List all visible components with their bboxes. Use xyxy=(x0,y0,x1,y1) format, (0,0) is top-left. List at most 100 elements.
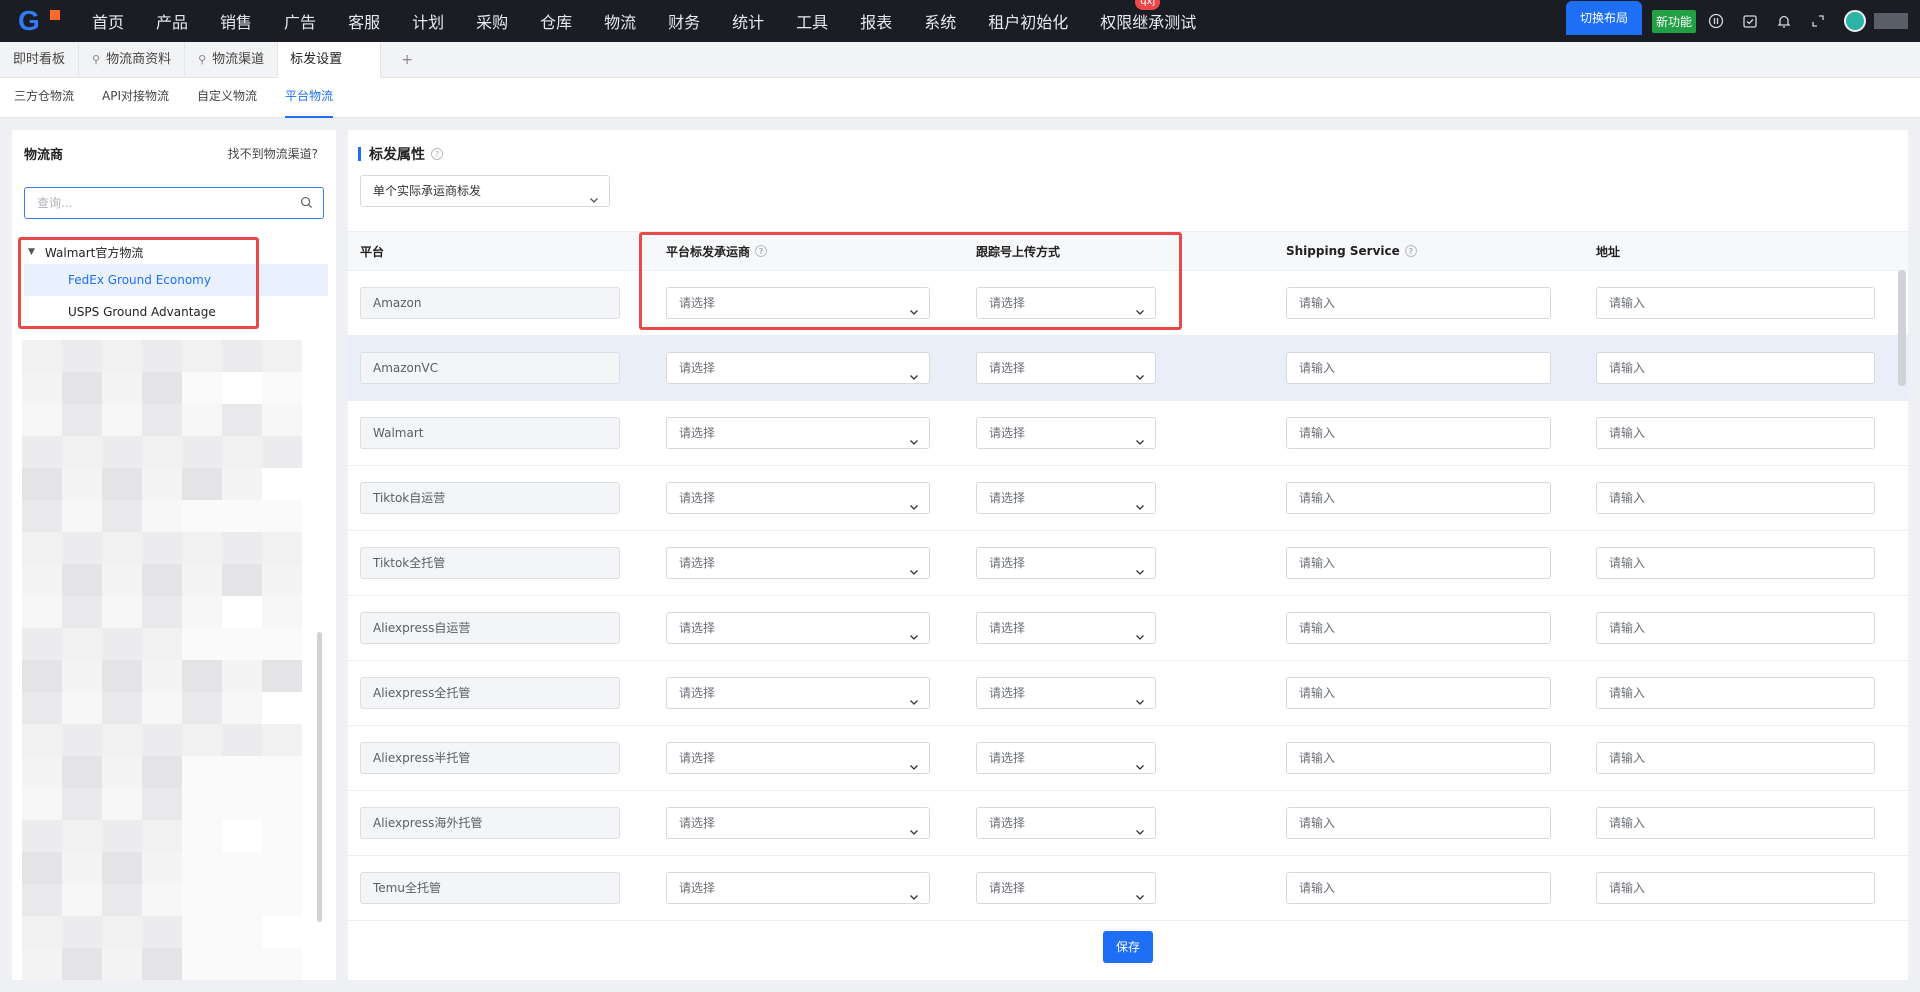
save-button[interactable]: 保存 xyxy=(1103,931,1153,963)
tracking-upload-select[interactable]: 请选择 xyxy=(976,612,1156,644)
blur-cell xyxy=(262,660,302,692)
nav-item[interactable]: 财务 xyxy=(668,9,700,33)
tracking-upload-select[interactable]: 请选择 xyxy=(976,547,1156,579)
nav-item[interactable]: 报表 xyxy=(860,9,892,33)
nav-item[interactable]: 销售 xyxy=(220,9,252,33)
username-block[interactable] xyxy=(1874,13,1908,29)
tracking-upload-select[interactable]: 请选择 xyxy=(976,352,1156,384)
carrier-search-input[interactable] xyxy=(37,196,287,210)
carrier-select[interactable]: 请选择 xyxy=(666,872,930,904)
shipping-service-input[interactable]: 请输入 xyxy=(1286,742,1551,774)
subtab-3[interactable]: 平台物流 xyxy=(285,78,334,118)
subtab-0[interactable]: 三方仓物流 xyxy=(14,78,74,118)
tracking-upload-select[interactable]: 请选择 xyxy=(976,807,1156,839)
nav-item[interactable]: 权限继承测试 qxj xyxy=(1100,0,1197,33)
tracking-upload-select[interactable]: 请选择 xyxy=(976,417,1156,449)
address-input[interactable]: 请输入 xyxy=(1596,417,1875,449)
nav-item[interactable]: 物流 xyxy=(604,9,636,33)
address-input[interactable]: 请输入 xyxy=(1596,742,1875,774)
blur-cell xyxy=(262,372,302,404)
shipping-service-input[interactable]: 请输入 xyxy=(1286,807,1551,839)
nav-item[interactable]: 工具 xyxy=(796,9,828,33)
blur-cell xyxy=(222,532,262,564)
nav-badge: qxj xyxy=(1135,0,1161,10)
address-input[interactable]: 请输入 xyxy=(1596,872,1875,904)
new-feature-button[interactable]: 新功能 xyxy=(1651,9,1696,33)
nav-item[interactable]: 系统 xyxy=(924,9,956,33)
select-placeholder: 请选择 xyxy=(679,881,716,895)
switch-layout-button[interactable]: 切换布局 xyxy=(1565,1,1642,35)
blur-cell xyxy=(222,340,262,372)
left-scrollbar[interactable] xyxy=(317,632,322,922)
carrier-mode-select[interactable]: 单个实际承运商标发 xyxy=(360,175,610,207)
carrier-select[interactable]: 请选择 xyxy=(666,482,930,514)
avatar[interactable] xyxy=(1844,10,1866,32)
carrier-select[interactable]: 请选择 xyxy=(666,612,930,644)
platform-name-field: Temu全托管 xyxy=(360,872,620,904)
subtab-2[interactable]: 自定义物流 xyxy=(197,78,257,118)
tab-1[interactable]: ⚲ 物流商资料 xyxy=(79,42,186,78)
search-icon[interactable] xyxy=(300,196,313,213)
nav-item[interactable]: 产品 xyxy=(156,9,188,33)
shipping-service-input[interactable]: 请输入 xyxy=(1286,482,1551,514)
address-input[interactable]: 请输入 xyxy=(1596,807,1875,839)
address-input[interactable]: 请输入 xyxy=(1596,612,1875,644)
blur-cell xyxy=(62,724,102,756)
blur-cell xyxy=(222,468,262,500)
carrier-select[interactable]: 请选择 xyxy=(666,807,930,839)
app-logo[interactable]: G xyxy=(0,0,70,42)
nav-item[interactable]: 广告 xyxy=(284,9,316,33)
nav-item[interactable]: 采购 xyxy=(476,9,508,33)
shipping-service-input[interactable]: 请输入 xyxy=(1286,287,1551,319)
carrier-select[interactable]: 请选择 xyxy=(666,417,930,449)
blur-cell xyxy=(182,724,222,756)
missing-channel-link[interactable]: 找不到物流渠道? xyxy=(228,145,318,162)
tab-0[interactable]: 即时看板 xyxy=(0,42,80,78)
blur-cell xyxy=(142,916,182,948)
table-scrollbar[interactable] xyxy=(1898,270,1906,386)
tracking-upload-select[interactable]: 请选择 xyxy=(976,742,1156,774)
nav-item-label: 权限继承测试 xyxy=(1100,13,1197,32)
tab-3[interactable]: 标发设置 xyxy=(278,42,382,78)
blur-cell xyxy=(62,628,102,660)
shipping-service-input[interactable]: 请输入 xyxy=(1286,417,1551,449)
nav-item[interactable]: 仓库 xyxy=(540,9,572,33)
shipping-service-input[interactable]: 请输入 xyxy=(1286,872,1551,904)
help-icon[interactable]: ? xyxy=(1404,245,1417,257)
address-input[interactable]: 请输入 xyxy=(1596,287,1875,319)
shipping-service-input[interactable]: 请输入 xyxy=(1286,677,1551,709)
task-check-icon[interactable] xyxy=(1742,13,1758,29)
nav-item[interactable]: 统计 xyxy=(732,9,764,33)
carrier-select[interactable]: 请选择 xyxy=(666,677,930,709)
tracking-upload-select[interactable]: 请选择 xyxy=(976,872,1156,904)
carrier-select[interactable]: 请选择 xyxy=(666,547,930,579)
shipping-service-input[interactable]: 请输入 xyxy=(1286,352,1551,384)
chevron-down-icon xyxy=(1135,363,1145,393)
add-tab-button[interactable]: + xyxy=(381,42,433,78)
pin-icon[interactable]: ⚲ xyxy=(92,42,100,78)
bell-icon[interactable] xyxy=(1776,13,1792,29)
nav-item[interactable]: 计划 xyxy=(412,9,444,33)
shipping-service-input[interactable]: 请输入 xyxy=(1286,547,1551,579)
carrier-select[interactable]: 请选择 xyxy=(666,352,930,384)
shipping-service-input[interactable]: 请输入 xyxy=(1286,612,1551,644)
carrier-select[interactable]: 请选择 xyxy=(666,742,930,774)
address-input[interactable]: 请输入 xyxy=(1596,352,1875,384)
subtab-1[interactable]: API对接物流 xyxy=(102,78,169,118)
blur-cell xyxy=(142,660,182,692)
nav-item[interactable]: 首页 xyxy=(92,9,124,33)
address-input[interactable]: 请输入 xyxy=(1596,547,1875,579)
nav-item[interactable]: 租户初始化 xyxy=(988,9,1068,33)
nav-item[interactable]: 客服 xyxy=(348,9,380,33)
blur-cell xyxy=(22,660,62,692)
address-input[interactable]: 请输入 xyxy=(1596,482,1875,514)
info-circle-icon[interactable] xyxy=(1708,13,1724,29)
fullscreen-icon[interactable] xyxy=(1810,13,1826,29)
help-icon[interactable]: ? xyxy=(431,148,443,160)
tracking-upload-select[interactable]: 请选择 xyxy=(976,482,1156,514)
tab-2[interactable]: ⚲ 物流渠道 xyxy=(185,42,279,78)
address-input[interactable]: 请输入 xyxy=(1596,677,1875,709)
pin-icon[interactable]: ⚲ xyxy=(198,42,206,78)
blur-cell xyxy=(22,340,62,372)
tracking-upload-select[interactable]: 请选择 xyxy=(976,677,1156,709)
